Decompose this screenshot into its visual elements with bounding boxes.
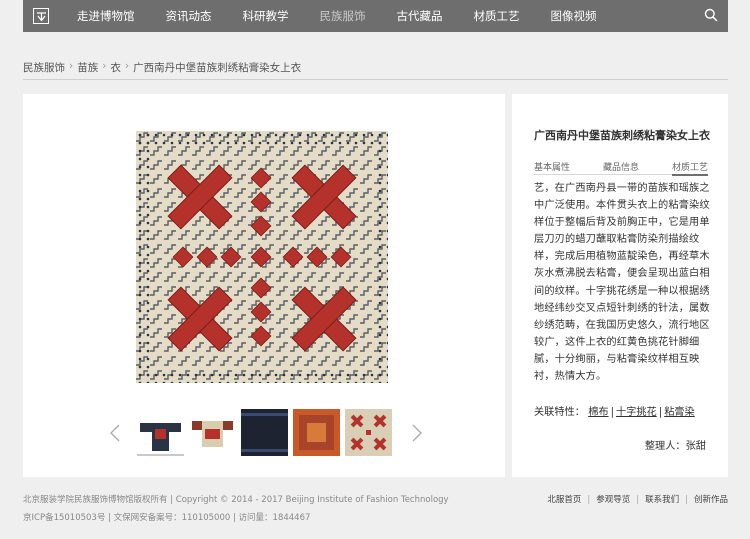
footer-link-works[interactable]: 创新作品	[694, 495, 728, 505]
nav-item-news[interactable]: 资讯动态	[166, 8, 212, 24]
breadcrumb-separator: ›	[69, 60, 74, 72]
chevron-right-icon[interactable]	[411, 424, 423, 442]
tab-collection-info[interactable]: 藏品信息	[603, 160, 639, 174]
thumbnail-strip	[137, 409, 392, 456]
nav-item-ancient-collection[interactable]: 古代藏品	[397, 8, 443, 24]
editor-credit: 整理人：张甜	[644, 441, 706, 452]
footer-link-guide[interactable]: 参观导览	[596, 495, 630, 505]
thumb-jacket-back[interactable]	[189, 409, 236, 456]
breadcrumb-item-clothing[interactable]: 衣	[110, 60, 121, 75]
item-title: 广西南丹中堡苗族刺绣粘膏染女上衣	[534, 129, 710, 142]
detail-tabs: 基本属性 藏品信息 材质工艺	[534, 160, 708, 176]
embroidered-textile-image[interactable]	[136, 131, 388, 383]
footer-links: 北服首页 | 参观导览 | 联系我们 | 创新作品	[547, 495, 728, 505]
footer-registration: 京ICP备15010503号 | 文保网安备案号：110105000 | 访问量…	[23, 513, 311, 523]
chevron-left-icon[interactable]	[109, 424, 121, 442]
museum-logo-icon[interactable]	[33, 8, 49, 24]
breadcrumb-separator: ›	[124, 60, 130, 72]
related-features: 关联特性： 棉布 | 十字挑花 | 粘膏染	[534, 407, 695, 418]
footer-copyright: 北京服装学院民族服饰博物馆版权所有 | Copyright © 2014 - 2…	[23, 495, 449, 505]
thumb-jacket-front[interactable]	[137, 409, 184, 456]
breadcrumb: 民族服饰 › 苗族 › 衣 › 广西南丹中堡苗族刺绣粘膏染女上衣	[23, 60, 728, 80]
breadcrumb-current: 广西南丹中堡苗族刺绣粘膏染女上衣	[133, 62, 302, 74]
related-label: 关联特性：	[534, 407, 585, 418]
tab-basic-properties[interactable]: 基本属性	[534, 160, 570, 174]
detail-panel: 广西南丹中堡苗族刺绣粘膏染女上衣 基本属性 藏品信息 材质工艺 艺，在广西南丹县…	[512, 94, 728, 477]
nav-item-media[interactable]: 图像视频	[551, 8, 597, 24]
thumb-cross-panel[interactable]	[345, 409, 392, 456]
footer-link-home[interactable]: 北服首页	[547, 495, 581, 505]
top-nav: 走进博物馆 资讯动态 科研教学 民族服饰 古代藏品 材质工艺 图像视频	[23, 0, 728, 32]
image-gallery	[23, 94, 505, 477]
breadcrumb-separator: ›	[102, 60, 107, 72]
tab-material-craft[interactable]: 材质工艺	[671, 160, 708, 176]
nav-item-research[interactable]: 科研教学	[243, 8, 289, 24]
related-link-cotton[interactable]: 棉布	[588, 407, 608, 418]
search-icon[interactable]	[704, 8, 718, 22]
nav-item-about[interactable]: 走进博物馆	[77, 8, 135, 24]
breadcrumb-item-ethnic-costume[interactable]: 民族服饰	[23, 60, 65, 75]
nav-item-ethnic-costume[interactable]: 民族服饰	[320, 8, 366, 24]
thumb-dark-panel[interactable]	[241, 409, 288, 456]
footer-link-contact[interactable]: 联系我们	[645, 495, 679, 505]
breadcrumb-item-miao[interactable]: 苗族	[77, 60, 98, 75]
item-description: 艺，在广西南丹县一带的苗族和瑶族之中广泛使用。本件贯头衣上的粘膏染纹样位于整幅后…	[534, 183, 710, 383]
related-link-cross-stitch[interactable]: 十字挑花	[616, 407, 657, 418]
nav-item-materials[interactable]: 材质工艺	[474, 8, 520, 24]
thumb-orange-panel[interactable]	[293, 409, 340, 456]
related-link-paste-dye[interactable]: 粘膏染	[664, 407, 695, 418]
